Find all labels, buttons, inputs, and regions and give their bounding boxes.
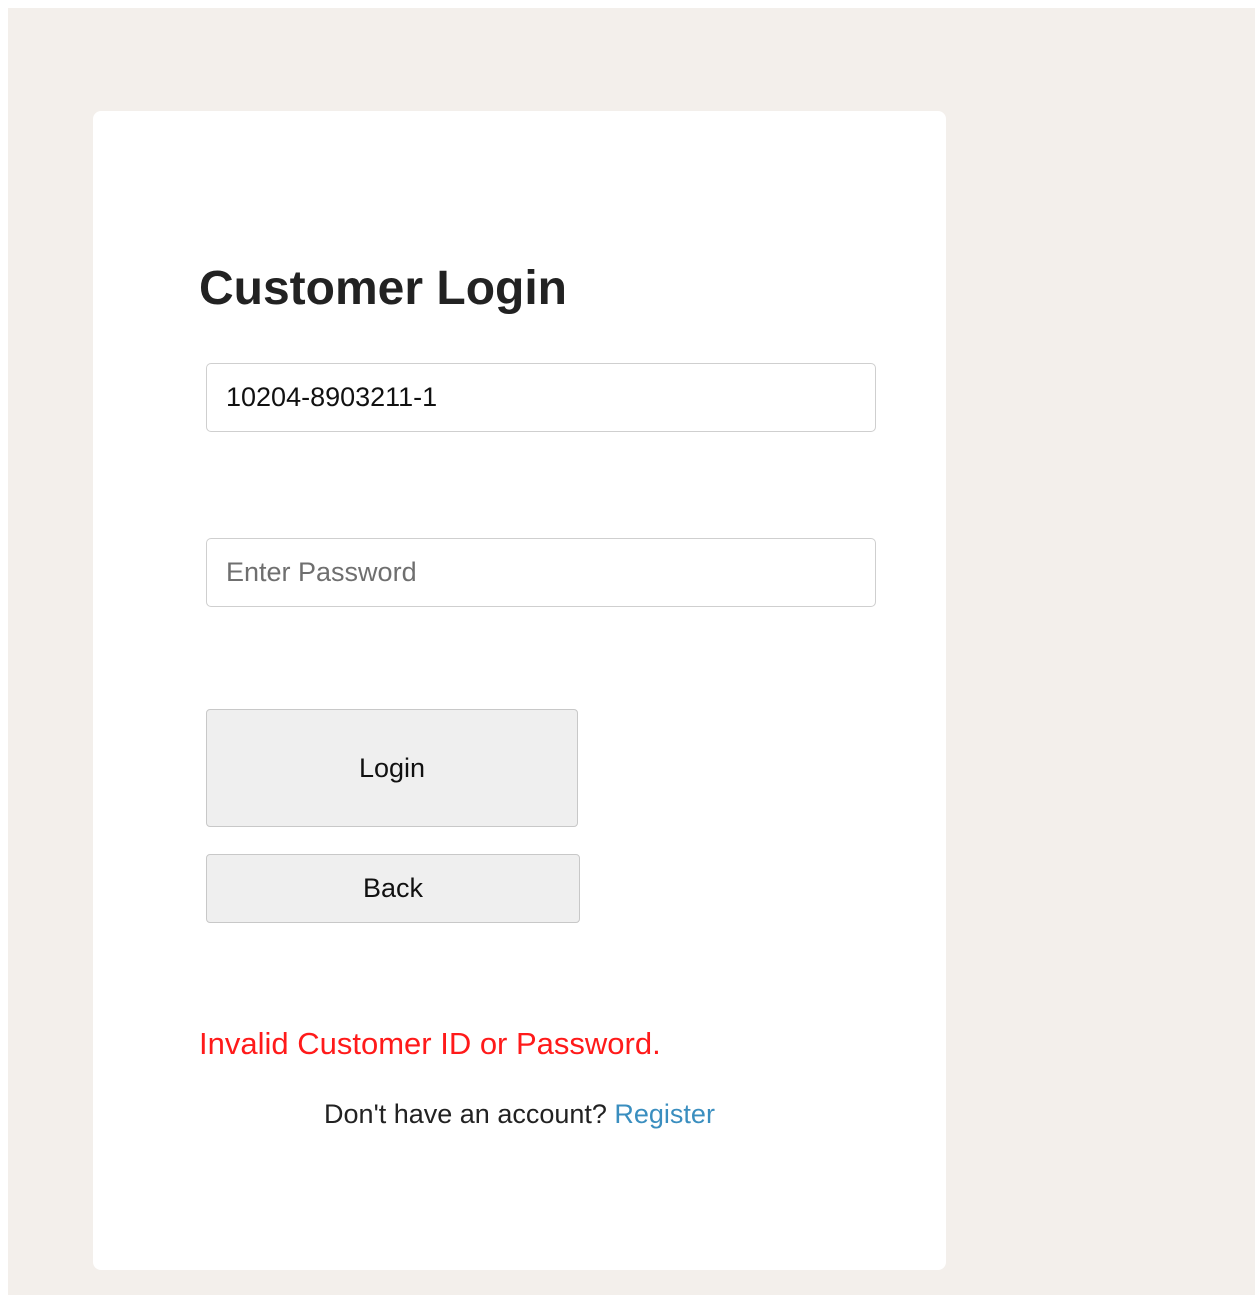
register-prompt: Don't have an account? <box>324 1099 615 1129</box>
back-button[interactable]: Back <box>206 854 580 923</box>
password-input[interactable] <box>206 538 876 607</box>
login-card: Customer Login Login Back Invalid Custom… <box>93 111 946 1270</box>
customer-id-input[interactable] <box>206 363 876 432</box>
register-row: Don't have an account? Register <box>93 1097 946 1131</box>
login-button[interactable]: Login <box>206 709 578 827</box>
error-message: Invalid Customer ID or Password. <box>199 1026 661 1061</box>
register-link[interactable]: Register <box>614 1099 715 1129</box>
page-title: Customer Login <box>199 262 567 315</box>
page-background: Customer Login Login Back Invalid Custom… <box>8 8 1255 1295</box>
